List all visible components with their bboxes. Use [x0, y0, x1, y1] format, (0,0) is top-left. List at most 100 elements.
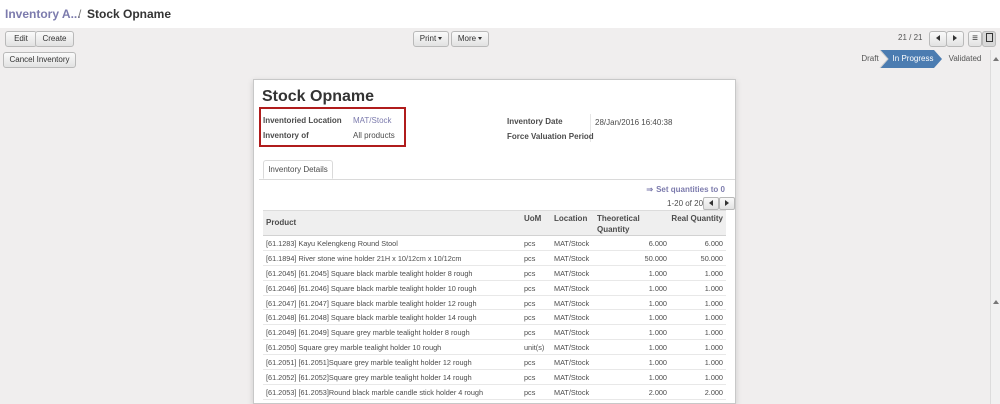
table-row[interactable]: [61.2050] Square grey marble tealight ho…	[263, 340, 726, 356]
page-title: Stock Opname	[262, 88, 375, 105]
print-button-label: Print	[419, 34, 437, 43]
cell-product: [61.2047] [61.2047] Square black marble …	[266, 298, 477, 308]
create-button-label: Create	[42, 34, 67, 43]
cell-theoretical-quantity: 1.000	[648, 313, 667, 323]
tabs-underline	[259, 179, 735, 180]
next-record-button[interactable]	[946, 31, 964, 47]
cell-theoretical-quantity: 6.000	[648, 239, 667, 248]
cell-uom: pcs	[524, 283, 536, 293]
cell-location: MAT/Stock	[554, 283, 590, 293]
edit-button[interactable]: Edit	[5, 31, 37, 47]
arrow-right-icon	[725, 198, 729, 208]
stage-in-progress[interactable]: In Progress	[890, 50, 936, 68]
form-view-icon	[986, 34, 993, 43]
cell-uom: pcs	[524, 313, 536, 323]
table-row[interactable]: [61.2053] [61.2053]Round black marble ca…	[263, 385, 726, 400]
cancel-inventory-label: Cancel Inventory	[9, 55, 70, 64]
scroll-thumb-icon	[993, 300, 999, 304]
column-header-theoretical-quantity[interactable]: Theoretical Quantity	[597, 213, 645, 235]
table-row[interactable]: [61.1283] Kayu Kelengkeng Round Stool pcs…	[263, 236, 726, 251]
cell-location: MAT/Stock	[554, 298, 590, 308]
table-row[interactable]: [61.2052] [61.2052]Square grey marble te…	[263, 370, 726, 385]
arrow-left-icon	[709, 198, 713, 208]
create-button[interactable]: Create	[35, 31, 74, 47]
arrow-left-icon	[936, 34, 940, 43]
tab-inventory-details[interactable]: Inventory Details	[263, 160, 333, 179]
list-view-icon	[972, 34, 978, 43]
cell-product: [61.2053] [61.2053]Round black marble ca…	[266, 387, 484, 397]
set-quantities-link[interactable]: ⇒ Set quantities to 0	[646, 185, 725, 194]
table-header: Product UoM Location Theoretical Quantit…	[263, 210, 726, 236]
stage-validated[interactable]: Validated	[944, 50, 986, 68]
status-bar: Cancel Inventory Draft In Progress Valid…	[0, 50, 990, 69]
column-header-location[interactable]: Location	[554, 214, 587, 223]
form-view-button[interactable]	[982, 31, 996, 47]
chevron-down-icon	[438, 37, 443, 40]
cell-product: [61.2052] [61.2052]Square grey marble te…	[266, 373, 472, 383]
cell-theoretical-quantity: 1.000	[648, 268, 667, 278]
stage-draft[interactable]: Draft	[855, 50, 885, 68]
cell-location: MAT/Stock	[554, 239, 590, 248]
cancel-inventory-button[interactable]: Cancel Inventory	[3, 52, 76, 68]
print-dropdown-button[interactable]: Print	[413, 31, 449, 47]
cell-location: MAT/Stock	[554, 253, 590, 263]
cell-uom: unit(s)	[524, 343, 545, 353]
cell-real-quantity: 1.000	[704, 313, 723, 323]
tab-inventory-details-label: Inventory Details	[268, 165, 328, 174]
set-quantities-label: Set quantities to 0	[656, 185, 725, 194]
scrollbar[interactable]	[990, 50, 1000, 404]
table-row[interactable]: [61.2046] [61.2046] Square black marble …	[263, 281, 726, 296]
table-row[interactable]: [61.1894] River stone wine holder 21H x …	[263, 251, 726, 266]
cell-location: MAT/Stock	[554, 358, 590, 368]
previous-record-button[interactable]	[929, 31, 947, 47]
inventory-of-value: All products	[353, 131, 395, 140]
cell-product: [61.2048] [61.2048] Square black marble …	[266, 313, 477, 323]
cell-uom: pcs	[524, 239, 536, 248]
cell-real-quantity: 1.000	[704, 343, 723, 353]
chevron-down-icon	[478, 37, 483, 40]
table-row[interactable]: [61.2048] [61.2048] Square black marble …	[263, 310, 726, 326]
column-header-real-quantity[interactable]: Real Quantity	[667, 214, 723, 223]
cell-real-quantity: 1.000	[704, 298, 723, 308]
cell-real-quantity: 6.000	[704, 239, 723, 248]
inventory-lines-table: Product UoM Location Theoretical Quantit…	[263, 210, 726, 400]
cell-location: MAT/Stock	[554, 268, 590, 278]
action-toolbar: Edit Create Print More 21 / 21	[0, 28, 1000, 51]
cell-real-quantity: 1.000	[704, 373, 723, 383]
cell-location: MAT/Stock	[554, 387, 590, 397]
list-view-button[interactable]	[968, 31, 982, 47]
inventory-date-value: 28/Jan/2016 16:40:38	[595, 118, 673, 127]
table-row[interactable]: [61.2045] [61.2045] Square black marble …	[263, 266, 726, 281]
table-row[interactable]: [61.2051] [61.2051]Square grey marble te…	[263, 355, 726, 371]
breadcrumb-parent-link[interactable]: Inventory A...	[5, 7, 81, 21]
more-dropdown-button[interactable]: More	[451, 31, 489, 47]
cell-uom: pcs	[524, 387, 536, 397]
cell-real-quantity: 2.000	[704, 387, 723, 397]
lines-previous-button[interactable]	[703, 197, 719, 210]
table-body: [61.1283] Kayu Kelengkeng Round Stool pcs…	[263, 236, 726, 400]
column-header-uom[interactable]: UoM	[524, 214, 541, 223]
cell-real-quantity: 1.000	[704, 283, 723, 293]
cell-product: [61.2045] [61.2045] Square black marble …	[266, 268, 473, 278]
column-header-product[interactable]: Product	[266, 218, 296, 227]
cell-product: [61.2051] [61.2051]Square grey marble te…	[266, 358, 472, 368]
cell-theoretical-quantity: 1.000	[648, 328, 667, 338]
lines-next-button[interactable]	[719, 197, 735, 210]
inventoried-location-link[interactable]: MAT/Stock	[353, 116, 392, 125]
inventory-of-label: Inventory of	[263, 131, 309, 140]
table-row[interactable]: [61.2049] [61.2049] Square grey marble t…	[263, 325, 726, 341]
edit-button-label: Edit	[14, 34, 28, 43]
breadcrumb-separator: /	[78, 7, 82, 21]
highlight-box	[259, 107, 406, 147]
cell-real-quantity: 1.000	[704, 328, 723, 338]
cell-product: [61.1283] Kayu Kelengkeng Round Stool	[266, 239, 398, 248]
cell-theoretical-quantity: 50.000	[644, 253, 667, 263]
inventory-date-label: Inventory Date	[507, 117, 563, 126]
arrow-right-icon: ⇒	[646, 185, 654, 194]
cell-real-quantity: 1.000	[704, 268, 723, 278]
cell-product: [61.2046] [61.2046] Square black marble …	[266, 283, 477, 293]
cell-uom: pcs	[524, 253, 536, 263]
cell-location: MAT/Stock	[554, 343, 590, 353]
table-row[interactable]: [61.2047] [61.2047] Square black marble …	[263, 296, 726, 311]
cell-theoretical-quantity: 1.000	[648, 283, 667, 293]
